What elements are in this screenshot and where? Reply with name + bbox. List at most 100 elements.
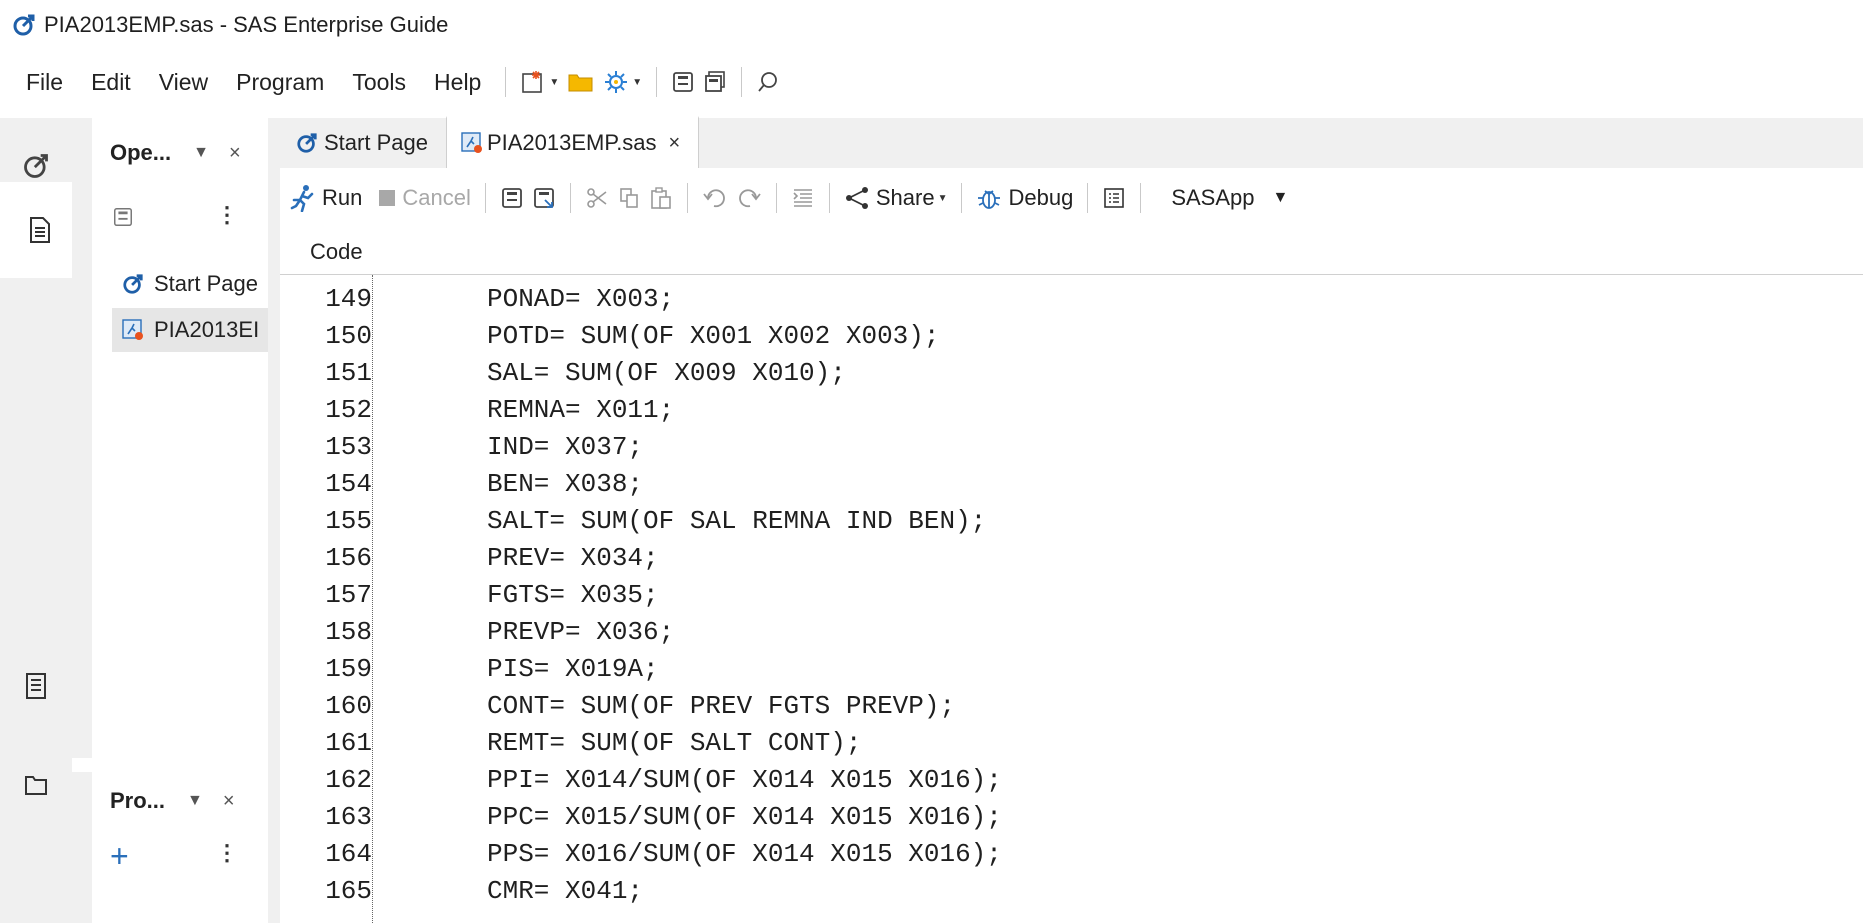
project-icon [24,672,48,700]
code-line[interactable]: 165 CMR= X041; [280,876,1863,913]
chevron-down-icon: ▼ [1272,189,1289,206]
chevron-down-icon: ▼ [937,192,948,204]
tab-start-page[interactable]: Start Page [280,118,446,168]
save-as-icon[interactable] [532,180,556,216]
code-text[interactable]: FGTS= X035; [487,580,659,610]
code-line[interactable]: 163 PPC= X015/SUM(OF X014 X015 X016); [280,802,1863,839]
debug-button[interactable]: Debug [976,180,1073,216]
code-line[interactable]: 158 PREVP= X036; [280,617,1863,654]
open-item-program[interactable]: PIA2013EI [112,308,268,352]
code-line[interactable]: 152 REMNA= X011; [280,395,1863,432]
code-text[interactable]: BEN= X038; [487,469,643,499]
properties-icon[interactable] [1102,180,1126,216]
undo-icon[interactable] [702,180,728,216]
run-button[interactable]: Run [290,180,362,216]
open-folder-icon[interactable] [567,64,595,100]
code-text[interactable]: PREV= X034; [487,543,659,573]
code-text[interactable]: REMNA= X011; [487,395,674,425]
code-text[interactable]: PREVP= X036; [487,617,674,647]
code-line[interactable]: 157 FGTS= X035; [280,580,1863,617]
format-code-icon[interactable] [791,180,815,216]
subtab-code[interactable]: Code [310,239,363,265]
tab-close-icon[interactable]: × [669,132,681,155]
code-text[interactable]: CMR= X041; [487,876,643,906]
code-text[interactable]: PIS= X019A; [487,654,659,684]
menu-program[interactable]: Program [222,69,338,96]
code-text[interactable]: SAL= SUM(OF X009 X010); [487,358,846,388]
panel-menu-caret-icon[interactable]: ▼ [193,144,209,162]
sas-eg-logo-icon [122,273,144,295]
save-icon[interactable] [500,180,524,216]
tab-program[interactable]: PIA2013EMP.sas × [445,116,700,168]
more-options-icon[interactable]: ⋮ [216,840,238,866]
open-items-panel: Ope... ▼ × ⋮ Start Page PIA2013EI [72,118,268,758]
toolbar-separator [1087,183,1089,213]
code-text[interactable]: CONT= SUM(OF PREV FGTS PREVP); [487,691,955,721]
menu-bar: File Edit View Program Tools Help ▼ ▼ [0,60,1863,104]
search-icon[interactable] [756,64,780,100]
code-line[interactable]: 151 SAL= SUM(OF X009 X010); [280,358,1863,395]
toolbar-separator [775,183,777,213]
code-text[interactable]: POTD= SUM(OF X001 X002 X003); [487,321,939,351]
project-panel: Pro... ▼ × + ⋮ [72,772,268,923]
code-text[interactable]: IND= X037; [487,432,643,462]
menu-tools[interactable]: Tools [338,69,420,96]
code-text[interactable]: SALT= SUM(OF SAL REMNA IND BEN); [487,506,986,536]
code-line[interactable]: 160 CONT= SUM(OF PREV FGTS PREVP); [280,691,1863,728]
rail-open-items-button[interactable] [0,182,76,278]
line-number: 158 [325,617,372,647]
title-bar: PIA2013EMP.sas - SAS Enterprise Guide [0,0,1863,50]
open-item-start-page[interactable]: Start Page [112,262,268,306]
code-line[interactable]: 155 SALT= SUM(OF SAL REMNA IND BEN); [280,506,1863,543]
share-icon [844,186,870,210]
code-text[interactable]: PPS= X016/SUM(OF X014 X015 X016); [487,839,1002,869]
code-text[interactable]: PPC= X015/SUM(OF X014 X015 X016); [487,802,1002,832]
redo-icon[interactable] [736,180,762,216]
code-subtab-bar: Code [280,228,1863,275]
share-label: Share [875,185,935,210]
add-icon[interactable]: + [110,838,129,875]
server-select[interactable]: SASApp ▼ [1165,180,1288,216]
sas-eg-logo-icon [296,132,318,154]
menu-edit[interactable]: Edit [77,69,145,96]
code-line[interactable]: 159 PIS= X019A; [280,654,1863,691]
process-flow-icon[interactable]: ▼ [603,64,642,100]
menu-file[interactable]: File [0,69,77,96]
line-number: 150 [325,321,372,351]
rail-project-button[interactable] [0,638,72,734]
code-line[interactable]: 153 IND= X037; [280,432,1863,469]
open-items-panel-header: Ope... ▼ × [92,118,268,188]
code-text[interactable]: PONAD= X003; [487,284,674,314]
code-line[interactable]: 162 PPI= X014/SUM(OF X014 X015 X016); [280,765,1863,802]
line-number: 163 [325,802,372,832]
code-line[interactable]: 154 BEN= X038; [280,469,1863,506]
more-options-icon[interactable]: ⋮ [216,202,238,228]
code-line[interactable]: 161 REMT= SUM(OF SALT CONT); [280,728,1863,765]
save-icon[interactable] [671,64,695,100]
line-number: 164 [325,839,372,869]
save-all-icon[interactable] [703,64,727,100]
new-item-icon[interactable]: ▼ [520,64,559,100]
code-line[interactable]: 149 PONAD= X003; [280,284,1863,321]
code-text[interactable]: REMT= SUM(OF SALT CONT); [487,728,861,758]
rail-servers-button[interactable] [0,736,72,832]
panel-menu-caret-icon[interactable]: ▼ [187,792,203,810]
code-line[interactable]: 164 PPS= X016/SUM(OF X014 X015 X016); [280,839,1863,876]
left-rail [0,118,76,923]
sas-eg-logo-icon [22,152,50,180]
share-button[interactable]: Share ▼ [844,180,948,216]
panel-close-icon[interactable]: × [229,142,241,165]
code-editor[interactable]: 149 PONAD= X003; 150 POTD= SUM(OF X001 X002… [280,275,1863,923]
code-line[interactable]: 156 PREV= X034; [280,543,1863,580]
code-line[interactable]: 150 POTD= SUM(OF X001 X002 X003); [280,321,1863,358]
copy-icon[interactable] [617,180,641,216]
panel-save-icon[interactable] [112,206,134,228]
cancel-button[interactable]: Cancel [378,180,471,216]
panel-close-icon[interactable]: × [223,790,235,813]
code-text[interactable]: PPI= X014/SUM(OF X014 X015 X016); [487,765,1002,795]
paste-icon[interactable] [649,180,673,216]
menu-view[interactable]: View [145,69,222,96]
cut-icon[interactable] [585,180,609,216]
menu-help[interactable]: Help [420,69,495,96]
panel-splitter[interactable] [268,118,280,923]
